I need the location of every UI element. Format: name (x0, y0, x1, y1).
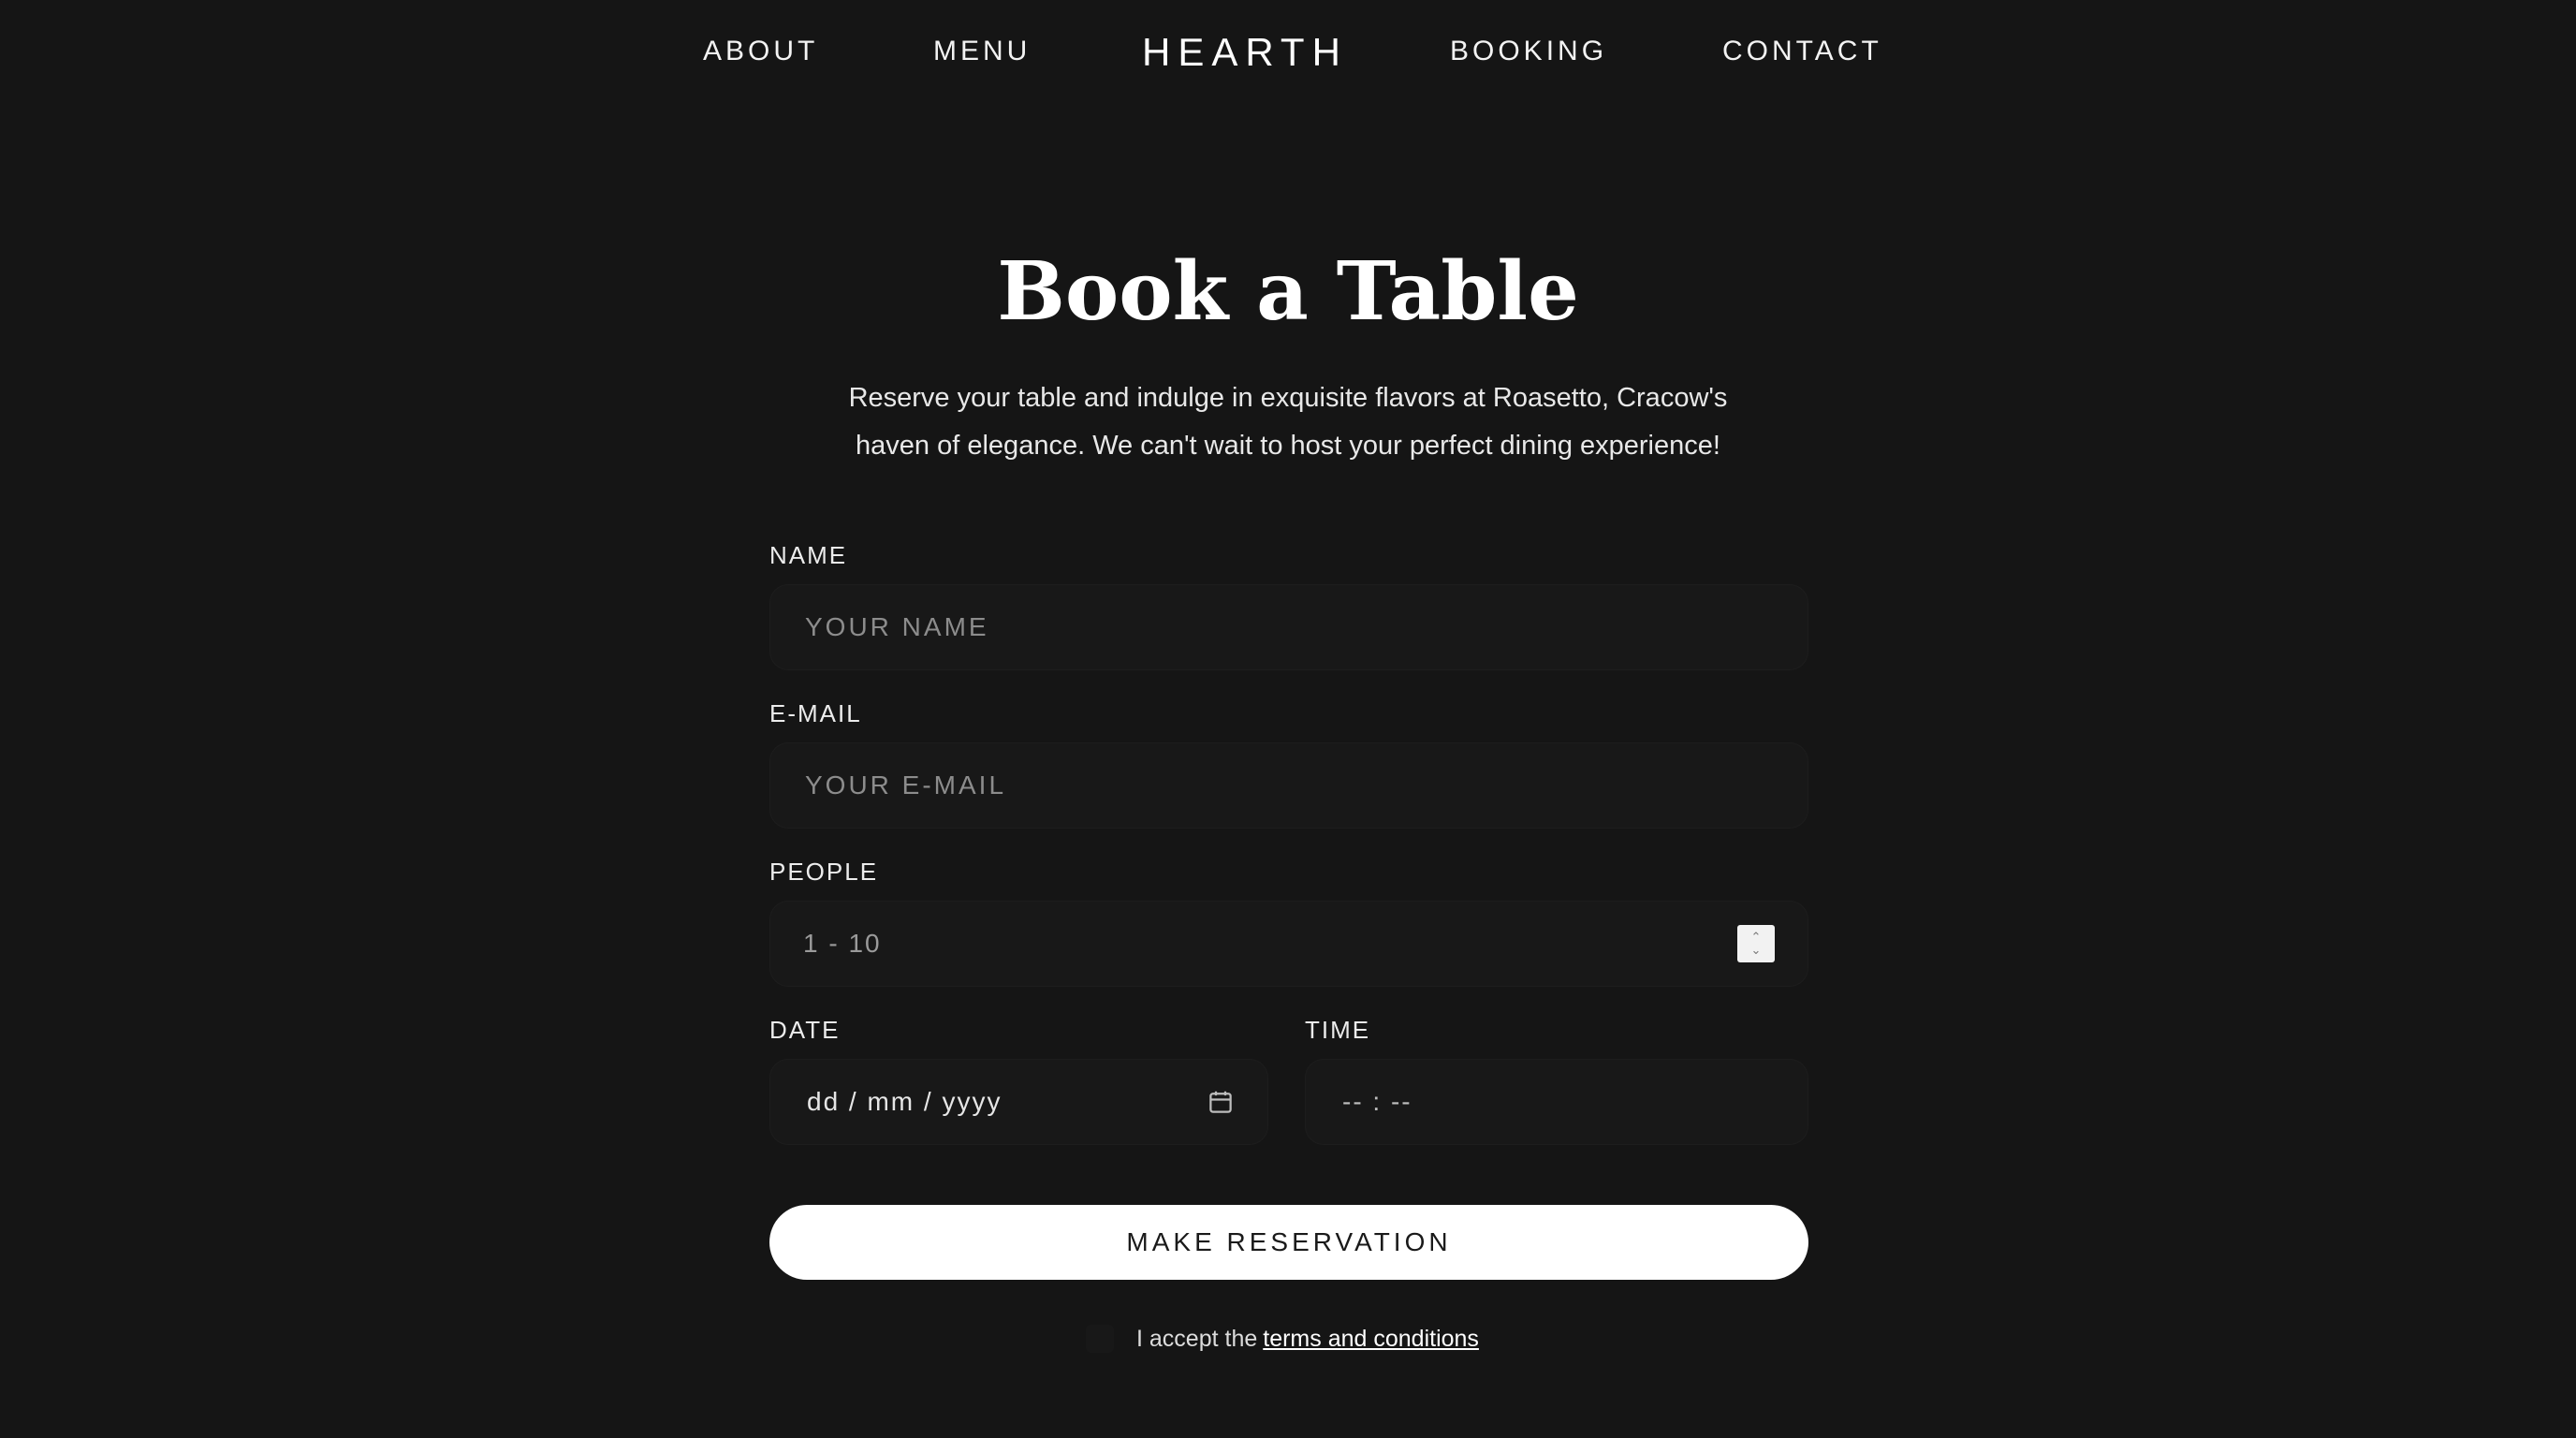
email-label: E-MAIL (769, 699, 862, 727)
nav-item-menu[interactable]: MENU (933, 36, 1031, 67)
terms-link[interactable]: terms and conditions (1263, 1326, 1479, 1353)
make-reservation-button[interactable]: MAKE RESERVATION (769, 1205, 1808, 1280)
time-placeholder: -- : -- (1342, 1087, 1412, 1116)
description-line-2: haven of elegance. We can't wait to host… (856, 431, 1720, 461)
terms-prefix: I accept the (1136, 1325, 1258, 1352)
time-field[interactable]: -- : -- (1305, 1059, 1808, 1145)
nav-item-booking[interactable]: BOOKING (1450, 36, 1607, 67)
calendar-icon[interactable] (1207, 1088, 1235, 1116)
page-description: Reserve your table and indulge in exquis… (773, 374, 1803, 470)
nav-item-contact[interactable]: CONTACT (1722, 36, 1882, 67)
terms-checkbox[interactable] (1086, 1325, 1114, 1353)
people-field[interactable]: 1 - 10 ⌃ ⌄ (769, 901, 1808, 987)
stepper-down-icon[interactable]: ⌄ (1751, 944, 1762, 957)
email-field[interactable] (769, 742, 1808, 829)
description-line-1: Reserve your table and indulge in exquis… (848, 383, 1728, 413)
name-input[interactable] (803, 611, 1775, 643)
email-input[interactable] (803, 770, 1775, 801)
date-placeholder: dd / mm / yyyy (807, 1087, 1003, 1116)
people-label: PEOPLE (769, 858, 879, 886)
name-field[interactable] (769, 584, 1808, 670)
date-label: DATE (769, 1016, 841, 1044)
time-label: TIME (1305, 1016, 1371, 1044)
name-label: NAME (769, 541, 848, 569)
terms-row: I accept the terms and conditions (1086, 1320, 1479, 1357)
brand-logo[interactable]: HEARTH (1142, 30, 1348, 75)
page-title: Book a Table (997, 244, 1579, 339)
people-stepper[interactable]: ⌃ ⌄ (1737, 925, 1775, 962)
stepper-up-icon[interactable]: ⌃ (1751, 931, 1762, 944)
people-placeholder: 1 - 10 (803, 929, 882, 958)
nav-item-about[interactable]: ABOUT (703, 36, 818, 67)
date-field[interactable]: dd / mm / yyyy (769, 1059, 1268, 1145)
top-navigation: ABOUT MENU HEARTH BOOKING CONTACT (0, 0, 2576, 109)
